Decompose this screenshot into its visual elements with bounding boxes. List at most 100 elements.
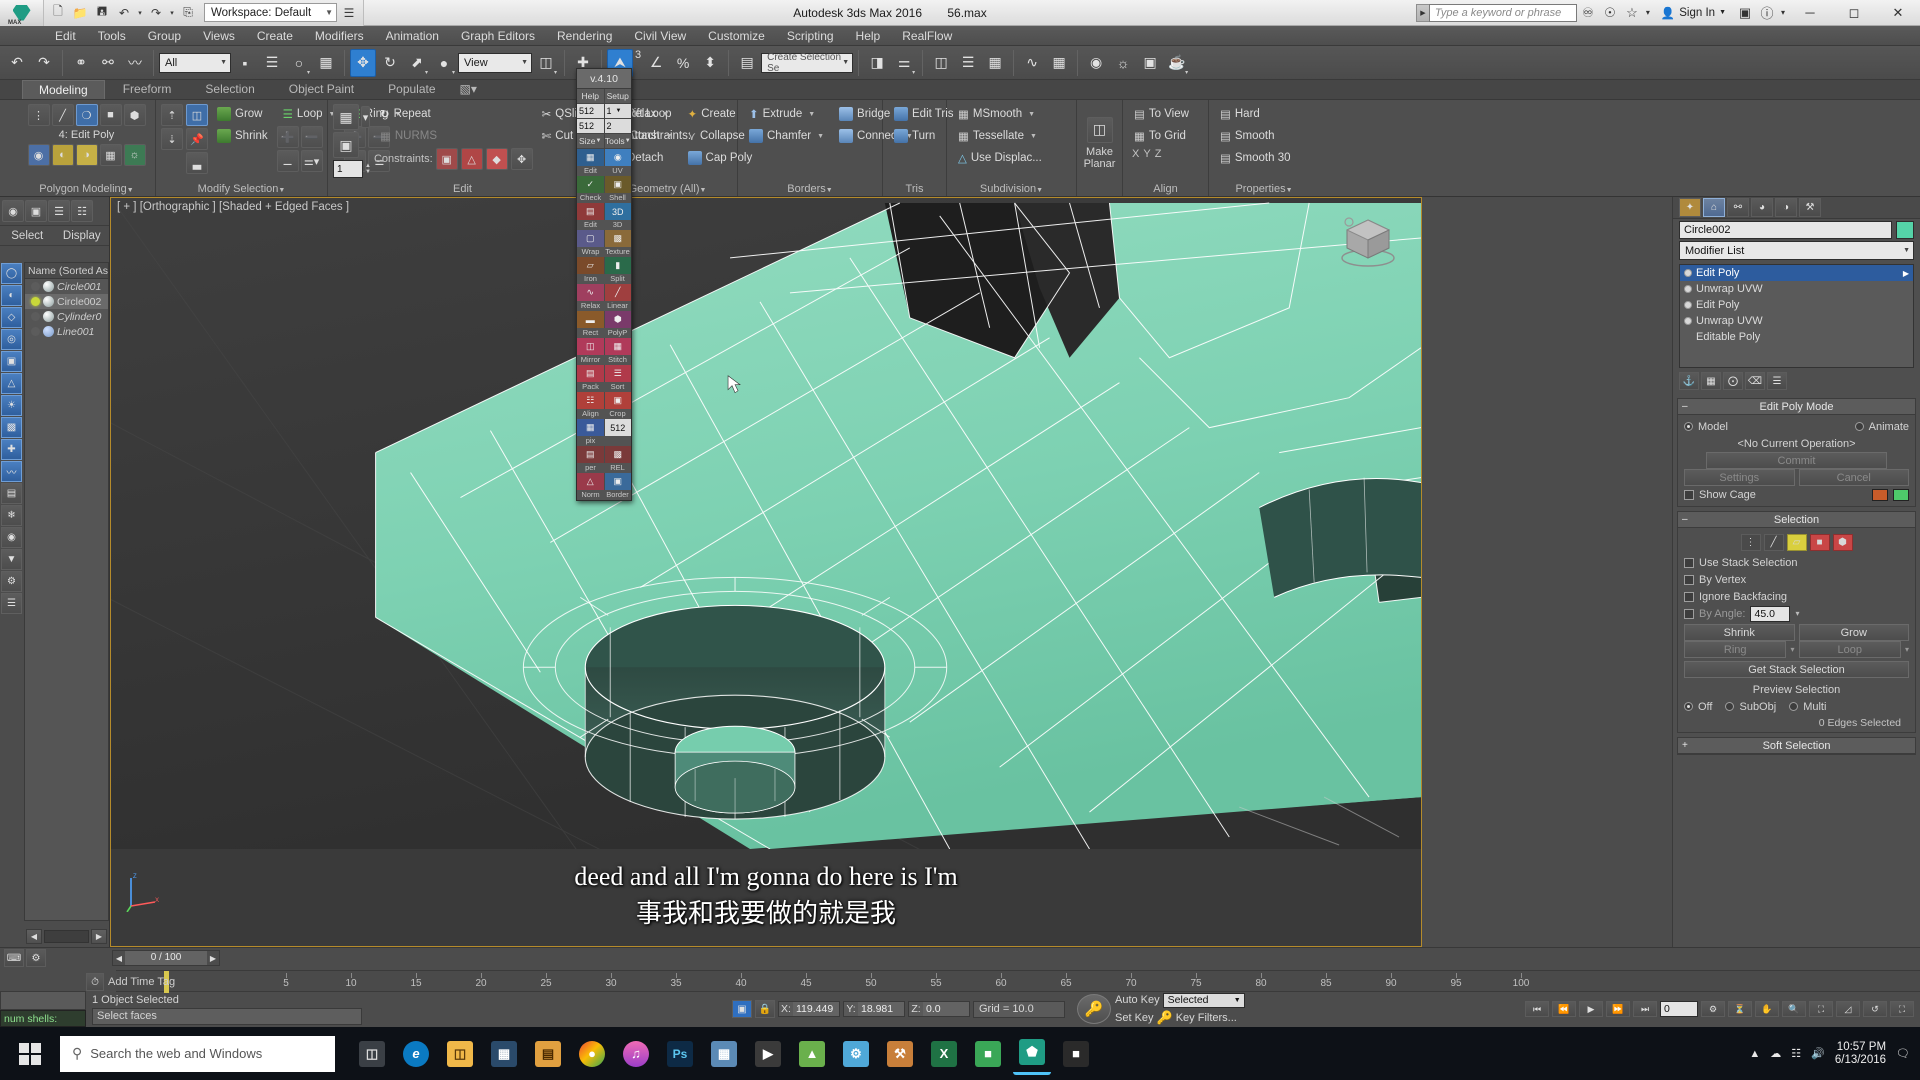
freeze-toggle-icon[interactable]: ❄ <box>1 505 22 526</box>
go-to-end-icon[interactable]: ⏭ <box>1633 1001 1657 1017</box>
modifier-enable-toggle[interactable] <box>1684 301 1692 309</box>
menu-item-help[interactable]: Help <box>845 26 892 46</box>
new-file-icon[interactable]: 🗋 <box>48 3 68 23</box>
generate-topology-icon[interactable]: ◉ <box>27 144 50 166</box>
extrude-button[interactable]: ⬆ Extrude ▼ <box>743 104 830 124</box>
rollout-header-selection[interactable]: – Selection <box>1678 512 1915 528</box>
selection-filter-dropdown[interactable]: All ▼ <box>159 52 231 73</box>
get-stack-selection-button[interactable]: Get Stack Selection <box>1684 661 1909 678</box>
select-similar-icon[interactable]: ◎ <box>1 329 22 350</box>
absolute-relative-toggle-icon[interactable]: ▣ <box>732 1000 752 1018</box>
previous-frame-icon[interactable]: ⏪ <box>1552 1001 1576 1017</box>
menu-item-create[interactable]: Create <box>246 26 304 46</box>
reference-coordinate-dropdown[interactable]: View ▼ <box>458 52 532 73</box>
modifier-stack-item[interactable]: Unwrap UVW <box>1680 313 1913 329</box>
dot-loop-icon[interactable]: ⚊ <box>276 150 299 172</box>
cancel-button[interactable]: Cancel <box>1798 469 1909 486</box>
current-frame-field[interactable]: 0 <box>1660 1001 1698 1017</box>
select-invert-icon[interactable]: ◐ <box>1 285 22 306</box>
to-grid-button[interactable]: ▦ To Grid <box>1128 126 1195 146</box>
pin-stack-icon[interactable]: ⚓ <box>1679 372 1699 390</box>
element-level-icon[interactable]: ⬢ <box>1832 534 1853 551</box>
by-angle-value[interactable]: 45.0 <box>1750 605 1791 622</box>
rollout-header-soft-selection[interactable]: + Soft Selection <box>1678 738 1915 754</box>
task-view-icon[interactable]: ◫ <box>353 1033 391 1075</box>
light-toggle-icon[interactable] <box>31 282 40 291</box>
viewport-3d-scene[interactable] <box>111 198 1421 849</box>
dark-app-icon[interactable]: ■ <box>1057 1033 1095 1075</box>
preserve-uvs-icon[interactable]: ▦ <box>333 104 359 130</box>
modifier-enable-toggle[interactable] <box>1684 269 1692 277</box>
add-time-tag-label[interactable]: Add Time Tag <box>108 976 175 988</box>
modifier-stack[interactable]: Edit Poly ▶ Unwrap UVW Edit Poly Unwrap … <box>1679 264 1914 368</box>
loop-grow-icon[interactable]: ➕ <box>276 126 299 148</box>
rel-icon[interactable]: ▩ <box>604 446 631 463</box>
folder-icon[interactable]: ▤ <box>529 1033 567 1075</box>
configure-modifier-sets-icon[interactable]: ☰ <box>1767 372 1787 390</box>
green-app-icon[interactable]: ■ <box>969 1033 1007 1075</box>
cage-selected-color-swatch[interactable] <box>1893 488 1909 501</box>
redo-button[interactable]: ↷ <box>31 49 57 77</box>
spinner-snap-button[interactable]: ⬍ <box>697 49 723 77</box>
menu-item-civil-view[interactable]: Civil View <box>623 26 697 46</box>
open-file-icon[interactable]: 📁 <box>70 3 90 23</box>
render-production-button[interactable]: ☕ ▾ <box>1164 49 1190 77</box>
set-project-folder-icon[interactable]: ⎘ <box>178 3 198 23</box>
redo-icon[interactable]: ↷ <box>146 3 166 23</box>
select-none-icon[interactable]: ◇ <box>1 307 22 328</box>
loop-shrink-icon[interactable]: ➖ <box>300 126 323 148</box>
mirror-uv-icon[interactable]: ◫ <box>577 338 605 355</box>
relax-uv-icon[interactable]: ∿ <box>577 284 605 301</box>
pin-selection-icon[interactable]: 📌 <box>186 128 208 150</box>
modifier-expand-icon[interactable]: ▶ <box>1903 269 1913 278</box>
undo-dropdown-icon[interactable]: ▾ <box>136 3 144 23</box>
communication-center-icon[interactable]: ☉ <box>1599 3 1621 23</box>
list-item[interactable]: Circle002 <box>25 294 108 309</box>
smooth-button[interactable]: ▤ Smooth <box>1214 126 1297 146</box>
time-slider[interactable]: ◀ 0 / 100 ▶ <box>112 950 220 966</box>
show-hidden-icons[interactable]: ▲ <box>1749 1048 1760 1060</box>
key-filter-set-dropdown[interactable]: Selected ▼ <box>1162 992 1245 1008</box>
time-tag-icon[interactable]: ⏱ <box>86 973 104 991</box>
scene-explorer-material-icon[interactable]: ▣ <box>25 200 47 222</box>
help-dropdown-icon[interactable]: ▾ <box>1778 3 1788 23</box>
uv-help-button[interactable]: Help <box>577 89 605 103</box>
align-uv-icon[interactable]: ☷ <box>577 392 605 409</box>
select-and-place-button[interactable]: ● ▾ <box>431 49 457 77</box>
per-icon[interactable]: ▤ <box>577 446 605 463</box>
polyp-icon[interactable]: ⬢ <box>604 311 631 328</box>
toggle-ribbon-button[interactable]: ▦ <box>982 49 1008 77</box>
redo-dropdown-icon[interactable]: ▾ <box>168 3 176 23</box>
pixel-size-field[interactable]: 512 <box>604 419 631 436</box>
scene-explorer-scrollbar[interactable]: ◀ ▶ <box>24 925 109 947</box>
network-icon[interactable]: ☷ <box>1791 1047 1801 1060</box>
zoom-extents-icon[interactable]: ⛶ <box>1809 1001 1833 1017</box>
msmooth-button[interactable]: ▦ MSmooth ▼ <box>952 104 1048 124</box>
edit-spinner-field[interactable]: 1 <box>333 160 363 178</box>
percent-snap-button[interactable]: % <box>670 49 696 77</box>
rendered-frame-window-button[interactable]: ▣ <box>1137 49 1163 77</box>
pixel-icon[interactable]: ▦ <box>577 419 605 436</box>
align-axis-z[interactable]: Z <box>1155 148 1162 160</box>
utility-icon[interactable]: ⚒ <box>881 1033 919 1075</box>
coordinate-z[interactable]: Z: 0.0 <box>908 1001 970 1017</box>
sort-icon[interactable]: ☰ <box>604 365 631 382</box>
scene-explorer[interactable]: Name (Sorted Ascen Circle001 Circle002 C… <box>24 262 109 921</box>
taskbar-search-input[interactable]: ⚲ Search the web and Windows <box>60 1035 335 1072</box>
maxscript-output[interactable] <box>0 991 86 1010</box>
named-selection-sets-dropdown[interactable]: Create Selection Se ▼ <box>761 52 854 74</box>
modify-tab[interactable]: ⌂ <box>1703 198 1725 217</box>
edit-uv-icon[interactable]: ▦ <box>577 149 605 166</box>
smooth-30-button[interactable]: ▤ Smooth 30 <box>1214 148 1297 168</box>
uv-height-field[interactable]: 512 <box>577 119 605 133</box>
linear-icon[interactable]: ╱ <box>604 284 631 301</box>
shrink-button[interactable]: Shrink <box>1684 624 1795 641</box>
use-pivot-center-button[interactable]: ◫ ▾ <box>533 49 559 77</box>
menu-item-edit[interactable]: Edit <box>44 26 87 46</box>
preview-off-radio[interactable] <box>1684 702 1693 711</box>
coord-y-value[interactable]: 18.981 <box>858 1002 904 1016</box>
align-axis-x[interactable]: X <box>1132 148 1139 160</box>
explorer-settings-icon[interactable]: ⚙ <box>1 571 22 592</box>
align-button[interactable]: ⚌ ▾ <box>891 49 917 77</box>
help-icon[interactable]: ⓘ <box>1756 3 1778 23</box>
